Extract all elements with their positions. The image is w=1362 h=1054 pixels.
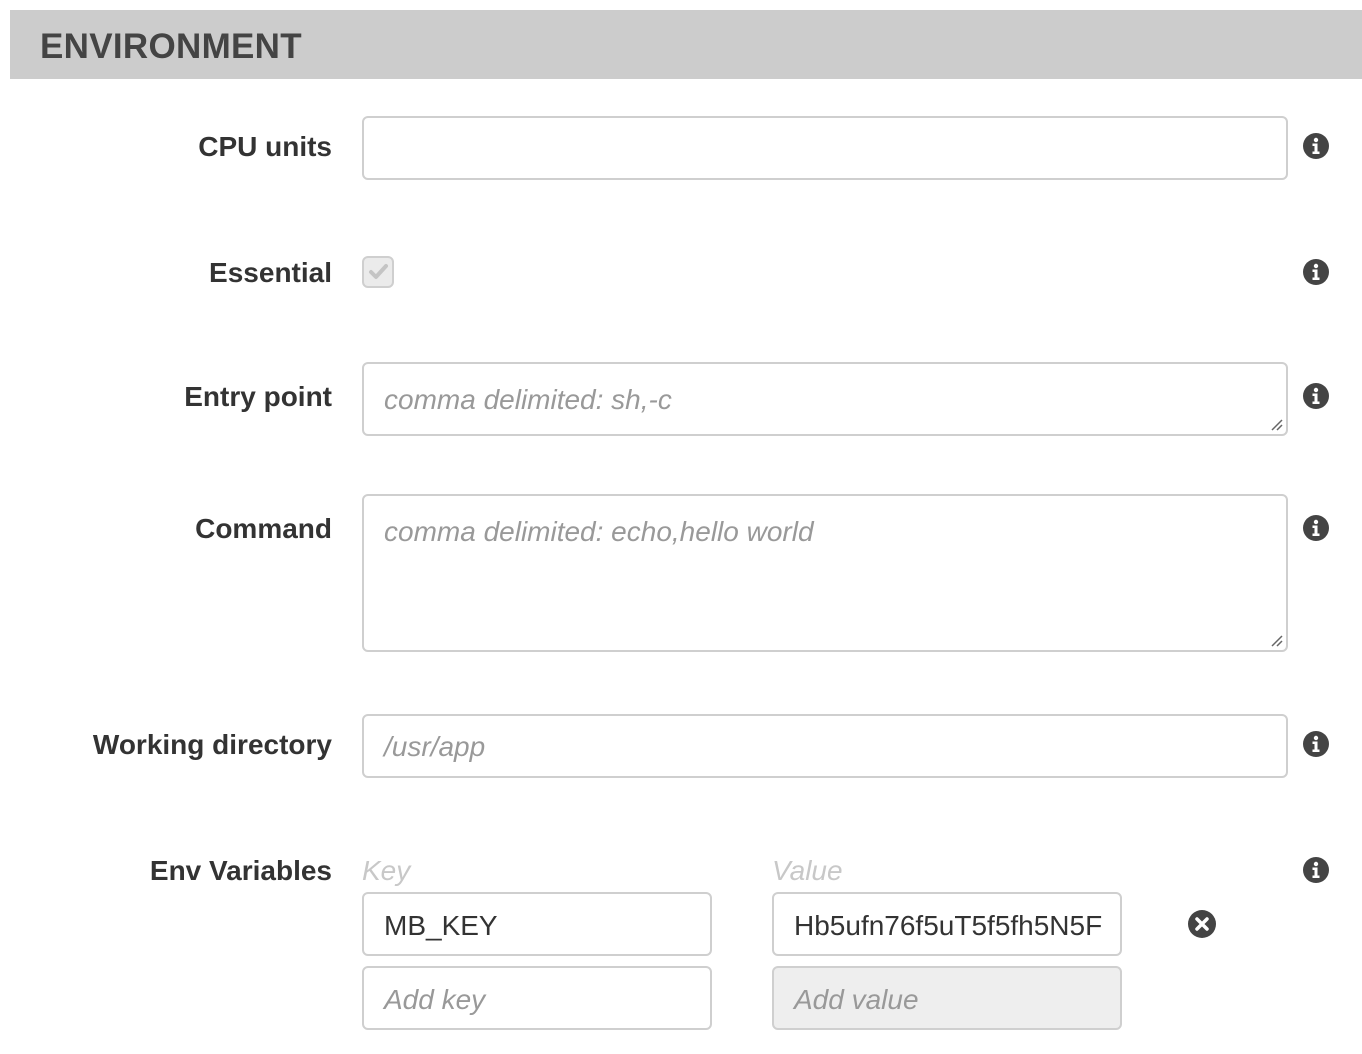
working-directory-input[interactable]: /usr/app <box>362 714 1288 778</box>
checkmark-icon <box>369 264 388 279</box>
command-textarea[interactable]: comma delimited: echo,hello world <box>362 494 1288 652</box>
remove-circle-icon[interactable] <box>1187 909 1217 939</box>
add-key-placeholder: Add key <box>384 984 486 1015</box>
section-title: ENVIRONMENT <box>40 27 302 66</box>
resize-handle-icon[interactable] <box>1269 633 1283 647</box>
add-value-placeholder: Add value <box>794 984 919 1015</box>
env-key-input[interactable]: MB_KEY <box>362 892 712 956</box>
resize-handle-icon[interactable] <box>1269 417 1283 431</box>
essential-label: Essential <box>209 257 332 288</box>
env-value-value: Hb5ufn76f5uT5f5fh5N5F <box>794 910 1103 941</box>
entry-point-placeholder: comma delimited: sh,-c <box>384 384 672 415</box>
info-icon[interactable] <box>1302 258 1330 286</box>
essential-checkbox[interactable] <box>362 256 394 288</box>
entry-point-textarea[interactable]: comma delimited: sh,-c <box>362 362 1288 436</box>
entry-point-label: Entry point <box>184 381 332 412</box>
env-value-input[interactable]: Hb5ufn76f5uT5f5fh5N5F <box>772 892 1122 956</box>
info-icon[interactable] <box>1302 382 1330 410</box>
section-header: ENVIRONMENT <box>10 10 1362 79</box>
info-icon[interactable] <box>1302 730 1330 758</box>
info-icon[interactable] <box>1302 132 1330 160</box>
env-value-column-header: Value <box>772 855 843 886</box>
env-key-value: MB_KEY <box>384 910 498 941</box>
working-directory-placeholder: /usr/app <box>384 731 486 762</box>
command-placeholder: comma delimited: echo,hello world <box>384 516 814 547</box>
env-variables-label: Env Variables <box>149 855 332 886</box>
cpu-units-label: CPU units <box>198 131 332 162</box>
command-label: Command <box>195 513 332 544</box>
cpu-units-input[interactable] <box>362 116 1288 180</box>
working-directory-label: Working directory <box>92 729 332 760</box>
info-icon[interactable] <box>1302 514 1330 542</box>
env-key-column-header: Key <box>362 855 411 886</box>
info-icon[interactable] <box>1302 856 1330 884</box>
add-value-input[interactable]: Add value <box>772 966 1122 1030</box>
add-key-input[interactable]: Add key <box>362 966 712 1030</box>
